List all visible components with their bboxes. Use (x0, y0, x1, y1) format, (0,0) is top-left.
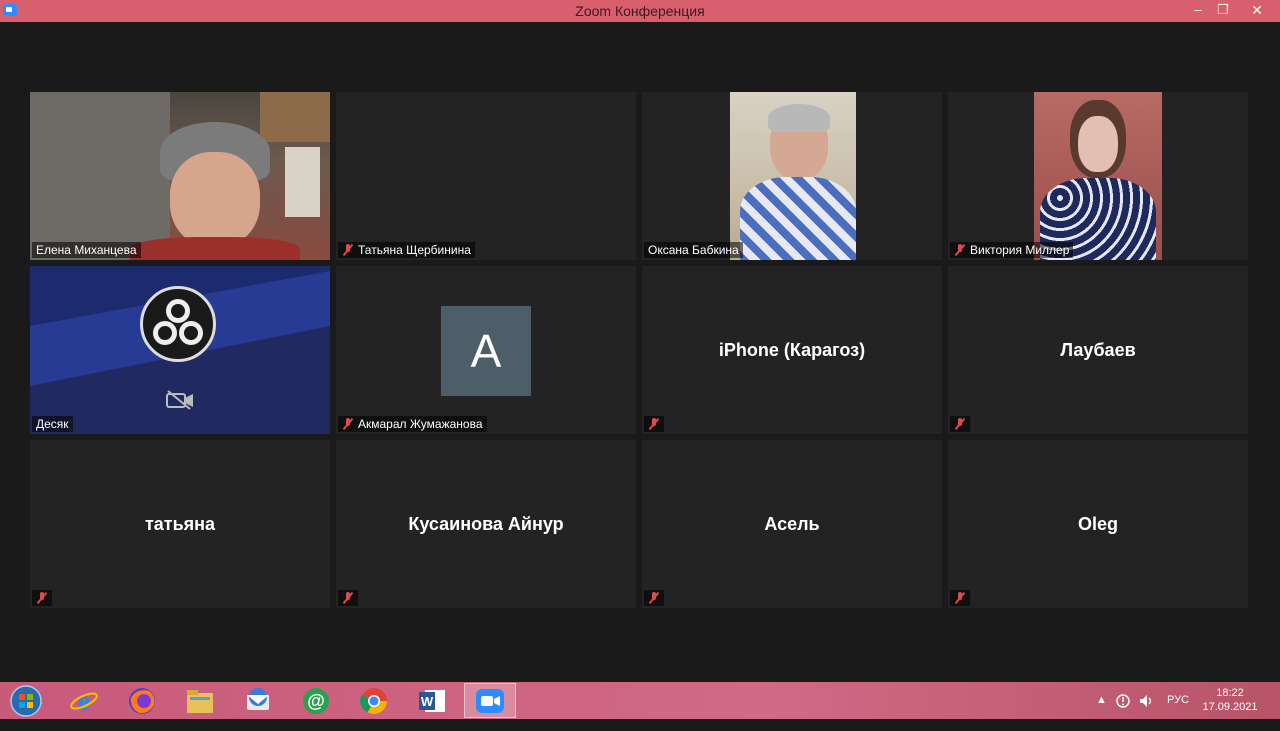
firefox-icon[interactable] (116, 683, 168, 718)
language-indicator[interactable]: РУС (1167, 694, 1189, 731)
participant-display-name: Oleg (1077, 514, 1118, 534)
windows-taskbar: e @ W ▲ РУС 18:22 17.09.2021 (0, 682, 1280, 719)
participant-video (730, 92, 856, 260)
zoom-icon[interactable] (464, 683, 516, 718)
svg-text:e: e (78, 686, 90, 716)
thunderbird-icon[interactable] (232, 683, 284, 718)
mic-muted-icon (648, 592, 660, 604)
participant-name-label: Акмарал Жумажанова (338, 416, 487, 432)
mic-muted-icon (342, 592, 354, 604)
maximize-button[interactable]: ❐ (1208, 0, 1238, 22)
participant-tile[interactable]: A Акмарал Жумажанова (336, 266, 636, 434)
ie-icon[interactable]: e (58, 683, 110, 718)
participant-display-name: Кусаинова Айнур (408, 514, 564, 534)
participant-tile[interactable]: Татьяна Щербинина (336, 92, 636, 260)
participant-tile[interactable]: Оксана Бабкина (642, 92, 942, 260)
action-center-icon[interactable] (1115, 693, 1131, 709)
clock-time: 18:22 (1216, 687, 1244, 699)
participant-display-name: Асель (764, 514, 820, 534)
participant-tile[interactable]: Кусаинова Айнур (336, 440, 636, 608)
participant-display-name: Лаубаев (1060, 340, 1136, 360)
participant-tile[interactable]: Елена Миханцева (30, 92, 330, 260)
participant-tile[interactable]: Десяк (30, 266, 330, 434)
participant-name-label: Елена Миханцева (32, 242, 141, 258)
tray-expand-icon[interactable]: ▲ (1096, 694, 1107, 731)
avatar: A (441, 306, 531, 396)
mic-muted-icon (648, 418, 660, 430)
tray-clock[interactable]: 18:22 17.09.2021 (1195, 686, 1265, 714)
word-icon[interactable]: W (406, 683, 458, 718)
mic-muted-icon (342, 418, 354, 430)
participant-name-label (950, 590, 970, 606)
participant-tile[interactable]: Виктория Миллер (948, 92, 1248, 260)
mic-muted-icon (954, 418, 966, 430)
participant-name-label (950, 416, 970, 432)
mic-muted-icon (954, 244, 966, 256)
file-explorer-icon[interactable] (174, 683, 226, 718)
clock-date: 17.09.2021 (1202, 701, 1258, 713)
svg-text:W: W (421, 694, 434, 709)
participant-tile[interactable]: Oleg (948, 440, 1248, 608)
participant-tile[interactable]: iPhone (Карагоз) (642, 266, 942, 434)
mic-muted-icon (342, 244, 354, 256)
close-button[interactable]: ✕ (1242, 0, 1272, 22)
mail-at-icon[interactable]: @ (290, 683, 342, 718)
svg-text:@: @ (307, 691, 325, 711)
participant-video (1034, 92, 1162, 260)
volume-icon[interactable] (1139, 693, 1155, 709)
participant-name-label: Оксана Бабкина (644, 242, 743, 258)
participant-display-name: iPhone (Карагоз) (718, 340, 866, 360)
participant-name-label: Татьяна Щербинина (338, 242, 475, 258)
participant-tile[interactable]: татьяна (30, 440, 330, 608)
camera-off-icon (166, 390, 193, 410)
participant-tile[interactable]: Асель (642, 440, 942, 608)
participant-name-label: Виктория Миллер (950, 242, 1074, 258)
mic-muted-icon (954, 592, 966, 604)
participant-video (30, 92, 330, 260)
start-orb-icon[interactable] (0, 683, 52, 718)
participant-name-label (644, 416, 664, 432)
participant-name-label (338, 590, 358, 606)
obs-logo-icon (140, 286, 216, 362)
title-bar: Zoom Конференция – ❐ ✕ (0, 0, 1280, 22)
mic-muted-icon (36, 592, 48, 604)
window-title: Zoom Конференция (575, 3, 705, 19)
chrome-icon[interactable] (348, 683, 400, 718)
participant-name-label: Десяк (32, 416, 73, 432)
participant-name-label (644, 590, 664, 606)
participant-name-label (32, 590, 52, 606)
participant-display-name: татьяна (144, 514, 216, 534)
participant-tile[interactable]: Лаубаев (948, 266, 1248, 434)
